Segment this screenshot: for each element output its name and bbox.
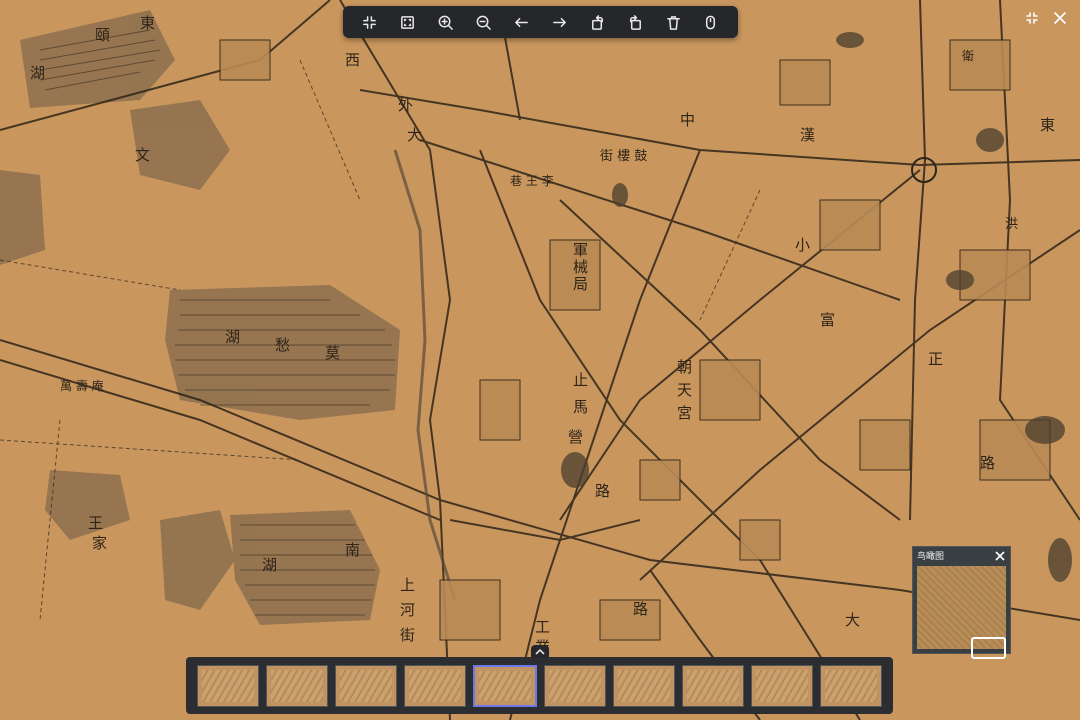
thumbnail-image <box>549 669 601 702</box>
exit-fullscreen-button[interactable] <box>1020 6 1044 30</box>
shrink-icon <box>1026 12 1038 24</box>
map-label: 巷 王 李 <box>510 173 554 188</box>
map-label: 軍 <box>573 241 588 259</box>
shrink-icon <box>363 15 377 29</box>
thumbnail[interactable] <box>544 664 606 707</box>
thumbnail[interactable] <box>682 664 744 707</box>
map-label: 大 <box>845 611 860 629</box>
map-label: 局 <box>573 275 588 293</box>
map-label: 止 <box>573 371 588 389</box>
zoom-out-icon <box>476 15 491 30</box>
map-label: 富 <box>820 311 835 329</box>
map-label: 路 <box>595 482 610 500</box>
map-label: 街 <box>400 626 415 644</box>
map-label: 洪 <box>1005 217 1018 232</box>
thumbnail-image <box>756 669 808 702</box>
map-label: 西 <box>345 51 360 69</box>
fit-window-button[interactable] <box>357 9 383 35</box>
map-label: 頤 <box>95 26 110 44</box>
close-icon <box>995 550 1005 561</box>
birdseye-title: 鸟瞰图 <box>917 552 945 562</box>
map-label: 營 <box>568 428 583 446</box>
thumbnail-image <box>687 669 739 702</box>
map-label: 家 <box>92 534 107 552</box>
map-label: 大 <box>407 126 422 144</box>
map-label: 中 <box>680 111 695 129</box>
image-viewer: 湖 頤 東 文 湖 愁 莫 萬 壽 庵 王 家 湖 南 西 外 大 街 樓 鼓 … <box>0 0 1080 720</box>
zoom-in-button[interactable] <box>433 9 459 35</box>
map-label: 王 <box>88 514 103 532</box>
map-label: 湖 <box>30 64 45 82</box>
map-label: 河 <box>400 601 415 619</box>
zoom-in-icon <box>438 15 454 30</box>
frame-icon <box>401 15 415 29</box>
thumbnail-strip <box>186 657 893 714</box>
trash-icon <box>666 15 680 30</box>
map-label: 械 <box>573 258 588 276</box>
birdseye-viewport-frame[interactable] <box>971 637 1006 659</box>
birdseye-minimap[interactable] <box>917 566 1006 659</box>
map-label: 衛 <box>962 49 974 63</box>
map-label: 路 <box>633 600 648 618</box>
birdseye-header: 鸟瞰图 <box>913 547 1010 564</box>
thumbnail-active[interactable] <box>473 664 537 707</box>
image-toolbar <box>343 6 738 38</box>
zoom-out-button[interactable] <box>471 9 497 35</box>
map-label: 朝 <box>677 358 692 376</box>
rotate-left-button[interactable] <box>584 9 610 35</box>
map-label: 東 <box>140 14 155 32</box>
birdseye-close-button[interactable] <box>994 550 1006 562</box>
thumbnail-image <box>271 669 323 702</box>
rotate-right-icon <box>629 14 641 30</box>
map-label: 漢 <box>800 126 815 144</box>
map-label: 南 <box>345 541 360 559</box>
thumbnail[interactable] <box>266 664 328 707</box>
map-label: 小 <box>795 236 810 254</box>
map-label: 馬 <box>573 398 588 416</box>
thumbnail[interactable] <box>751 664 813 707</box>
mouse-icon <box>706 15 716 29</box>
rotate-right-button[interactable] <box>622 9 648 35</box>
map-label: 愁 <box>275 336 290 354</box>
thumbnail-image <box>409 669 461 702</box>
mouse-mode-button[interactable] <box>698 9 724 35</box>
map-label: 湖 <box>262 556 277 574</box>
thumbnail[interactable] <box>197 664 259 707</box>
close-viewer-button[interactable] <box>1048 6 1072 30</box>
map-label: 文 <box>135 146 150 164</box>
thumbnail[interactable] <box>613 664 675 707</box>
chevron-up-icon <box>535 648 545 655</box>
thumbnail-image <box>340 669 392 702</box>
arrow-right-icon <box>552 17 566 27</box>
thumbnail-image <box>202 669 254 702</box>
thumbnail[interactable] <box>820 664 882 707</box>
map-label: 上 <box>400 576 415 594</box>
thumbnail[interactable] <box>404 664 466 707</box>
map-label: 萬 壽 庵 <box>60 378 104 393</box>
thumbnail[interactable] <box>335 664 397 707</box>
rotate-left-icon <box>591 14 603 30</box>
map-label: 東 <box>1040 116 1055 134</box>
birdseye-panel: 鸟瞰图 <box>912 546 1011 659</box>
map-label: 正 <box>928 350 943 368</box>
next-button[interactable] <box>546 9 572 35</box>
map-label: 路 <box>980 454 995 472</box>
actual-size-button[interactable] <box>395 9 421 35</box>
delete-button[interactable] <box>660 9 686 35</box>
map-label: 天 <box>677 381 692 399</box>
thumbnail-image <box>618 669 670 702</box>
map-label: 外 <box>398 96 413 114</box>
map-label: 莫 <box>325 344 340 362</box>
map-label: 宮 <box>677 404 692 422</box>
map-label: 街 樓 鼓 <box>600 149 647 164</box>
previous-button[interactable] <box>509 9 535 35</box>
thumbnail-image <box>479 670 531 701</box>
map-label: 湖 <box>225 328 240 346</box>
thumbnail-image <box>825 669 877 702</box>
arrow-left-icon <box>515 17 528 27</box>
close-icon <box>1054 12 1066 24</box>
map-label: 工 <box>535 618 550 636</box>
